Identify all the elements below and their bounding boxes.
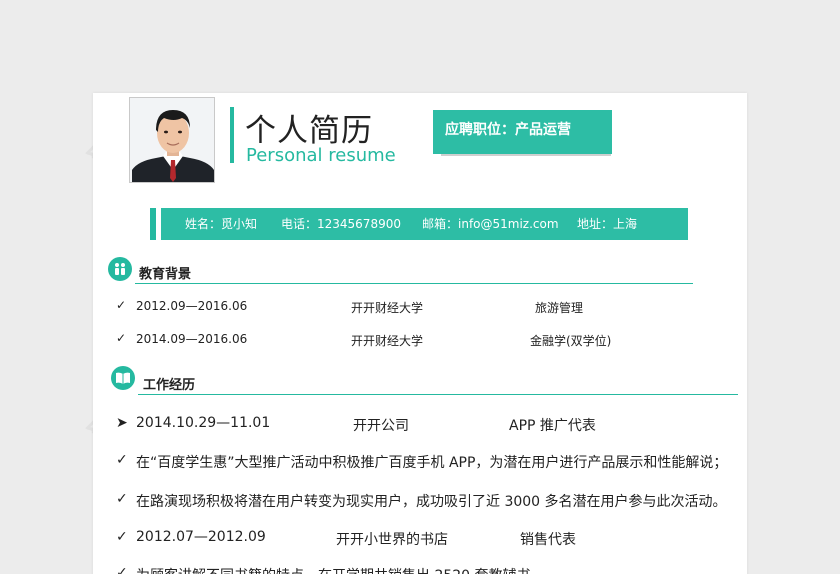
resume-page: 个人简历 Personal resume 应聘职位：产品运营 姓名：觅小知 电话…: [93, 93, 747, 574]
job-detail: 在路演现场积极将潜在用户转变为现实用户，成功吸引了近 3000 多名潜在用户参与…: [136, 494, 727, 510]
edu-major: 金融学(双学位): [530, 334, 612, 348]
resume-title: 个人简历: [245, 113, 373, 149]
job-detail: 在“百度学生惠”大型推广活动中积极推广百度手机 APP，为潜在用户进行产品展示和…: [136, 455, 728, 471]
education-divider: [135, 283, 693, 284]
arrow-icon: ➤: [116, 415, 128, 431]
job-position: 应聘职位：产品运营: [433, 110, 612, 154]
education-title: 教育背景: [139, 267, 192, 282]
info-address: 地址：上海: [577, 217, 638, 231]
profile-photo: [129, 97, 215, 183]
job-detail: 为顾客讲解不同书籍的特点，在开学期共销售出 2520 套教辅书。: [136, 565, 545, 574]
check-icon: ✓: [116, 565, 128, 574]
info-email: 邮箱：info@51miz.com: [422, 217, 559, 231]
job-company: 开开公司: [353, 418, 409, 434]
contact-info-bar: 姓名：觅小知 电话：12345678900 邮箱：info@51miz.com …: [161, 208, 688, 240]
edu-period: 2014.09—2016.06: [136, 332, 248, 346]
info-accent-bar: [150, 208, 156, 240]
check-icon: ✓: [116, 331, 127, 345]
check-icon: ✓: [116, 298, 127, 312]
title-accent-bar: [230, 107, 234, 163]
check-icon: ✓: [116, 491, 128, 507]
work-divider: [138, 394, 738, 395]
check-icon: ✓: [116, 452, 128, 468]
work-title: 工作经历: [143, 378, 196, 393]
people-icon: [108, 257, 132, 281]
edu-school: 开开财经大学: [351, 301, 424, 315]
info-name: 姓名：觅小知: [185, 217, 258, 231]
info-phone: 电话：12345678900: [281, 217, 401, 231]
edu-major: 旅游管理: [535, 301, 584, 315]
edu-period: 2012.09—2016.06: [136, 299, 248, 313]
job-company: 开开小世界的书店: [336, 532, 448, 548]
job-role: 销售代表: [520, 532, 576, 548]
book-icon: [111, 366, 135, 390]
job-period: 2014.10.29—11.01: [136, 415, 271, 431]
resume-subtitle: Personal resume: [246, 145, 396, 166]
job-period: 2012.07—2012.09: [136, 529, 266, 545]
job-role: APP 推广代表: [509, 418, 596, 434]
check-icon: ✓: [116, 529, 128, 545]
edu-school: 开开财经大学: [351, 334, 424, 348]
